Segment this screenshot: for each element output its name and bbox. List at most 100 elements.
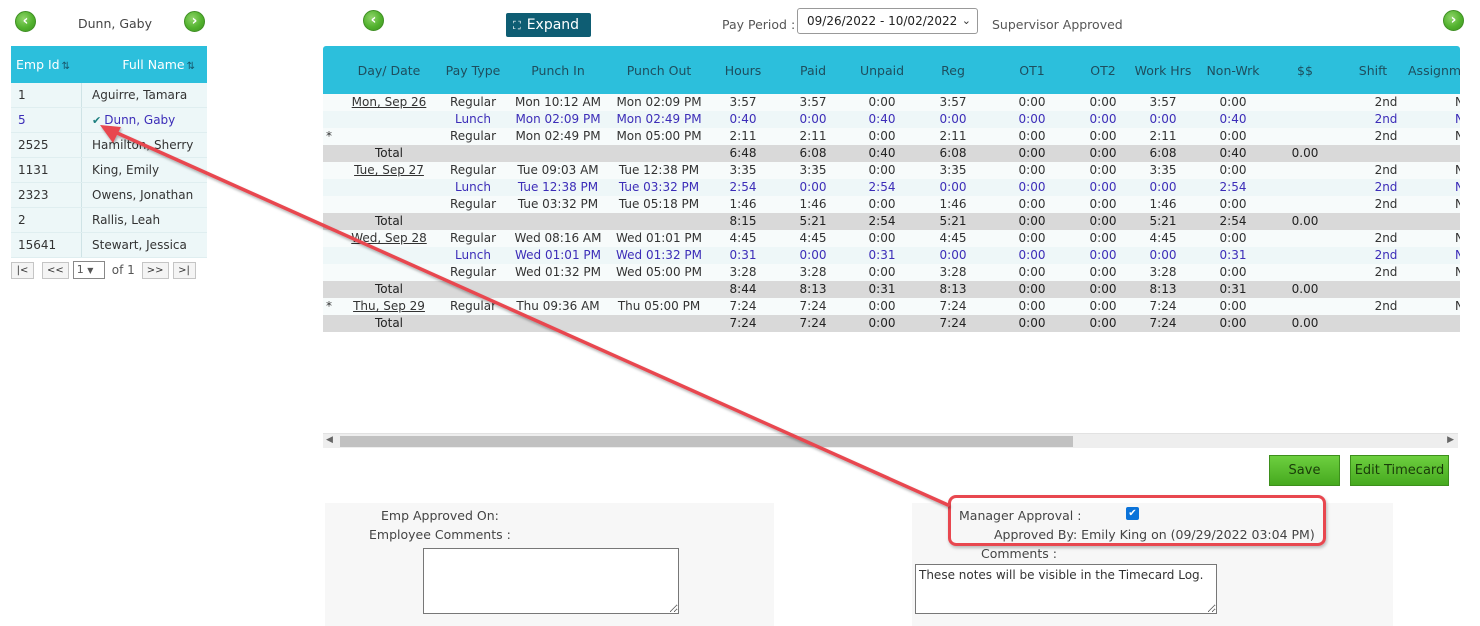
cell-out: Tue 12:38 PM (618, 163, 700, 177)
employee-comments-field[interactable] (423, 548, 679, 614)
annotation-highlight-box (948, 495, 1326, 546)
next-employee-button[interactable]: › (184, 11, 205, 32)
day-date-link[interactable]: Wed, Sep 28 (351, 231, 427, 245)
cell-unpaid: 0:40 (868, 146, 896, 160)
last-page-button[interactable]: >| (172, 261, 196, 279)
employee-comments-label: Employee Comments : (369, 527, 511, 542)
cell-work: 1:46 (1149, 197, 1177, 211)
cell-star: * (326, 299, 332, 313)
cell-unpaid: 0:00 (868, 231, 896, 245)
cell-ot1: 0:00 (1018, 282, 1046, 296)
cell-paid: 7:24 (799, 316, 827, 330)
punch-row[interactable]: Wed, Sep 28 Regular Wed 08:16 AM Wed 01:01 … (323, 230, 1460, 247)
punch-row[interactable]: Regular Tue 03:32 PM Tue 05:18 PM 1:46 1:46 0… (323, 196, 1460, 213)
cell-hours: 2:11 (729, 129, 757, 143)
cell-money: 0.00 (1291, 282, 1319, 296)
grid-horizontal-scrollbar[interactable]: ◀ ▶ (323, 433, 1458, 448)
punch-row[interactable]: Tue, Sep 27 Regular Tue 09:03 AM Tue 12:38 … (323, 162, 1460, 179)
cell-paid: 7:24 (799, 299, 827, 313)
day-date-link[interactable]: Thu, Sep 29 (353, 299, 425, 313)
employee-row[interactable]: 15641 Stewart, Jessica (11, 233, 207, 258)
scrollbar-thumb[interactable] (340, 436, 1073, 447)
total-label: Total (374, 214, 404, 228)
sort-emp-id[interactable]: Emp Id ⇅ (11, 57, 83, 72)
cell-work: 0:00 (1149, 248, 1177, 262)
cell-nonwrk: 0:00 (1219, 231, 1247, 245)
cell-paid: 3:57 (799, 95, 827, 109)
cell-unpaid: 0:00 (868, 129, 896, 143)
sort-full-name[interactable]: Full Name ⇅ (83, 57, 207, 72)
cell-shift: 2nd (1374, 231, 1398, 245)
cell-shift: 2nd (1374, 197, 1398, 211)
punch-row[interactable]: * Regular Mon 02:49 PM Mon 05:00 PM 2:11 2:11… (323, 128, 1460, 145)
first-page-button[interactable]: |< (11, 261, 34, 279)
cell-nonwrk: 0:00 (1219, 163, 1247, 177)
cell-nonwrk: 0:31 (1219, 282, 1247, 296)
cell-ot1: 0:00 (1018, 231, 1046, 245)
employee-id-cell: 1131 (11, 158, 82, 182)
cell-ot1: 0:00 (1018, 180, 1046, 194)
pay-period-select[interactable]: 09/26/2022 - 10/02/2022 ⌄ (797, 8, 978, 34)
punch-row[interactable]: Regular Wed 01:32 PM Wed 05:00 PM 3:28 3:28 0… (323, 264, 1460, 281)
cell-paid: 2:11 (799, 129, 827, 143)
cell-paid: 5:21 (799, 214, 827, 228)
prev-employee-button[interactable]: ‹ (15, 11, 36, 32)
next-page-button[interactable]: >> (141, 261, 169, 279)
employee-row[interactable]: 2323 Owens, Jonathan (11, 183, 207, 208)
cell-out: Tue 03:32 PM (618, 180, 700, 194)
employee-id-cell: 15641 (11, 233, 82, 257)
cell-type: Regular (449, 265, 497, 279)
prev-page-button[interactable]: << (42, 261, 69, 279)
save-button[interactable]: Save (1269, 455, 1340, 486)
cell-nonwrk: 0:00 (1219, 95, 1247, 109)
cell-reg: 3:28 (939, 265, 967, 279)
day-date-link[interactable]: Tue, Sep 27 (354, 163, 424, 177)
punch-row[interactable]: * Thu, Sep 29 Regular Thu 09:36 AM Thu 05:00… (323, 298, 1460, 315)
manager-comments-field[interactable] (915, 564, 1217, 614)
total-row: Total 7:24 7:24 0:00 7:24 0:00 0:00 7:24 0:00 0.0… (323, 315, 1460, 332)
cell-type: Regular (449, 95, 497, 109)
cell-unpaid: 2:54 (868, 214, 896, 228)
cell-type: Lunch (455, 180, 491, 194)
employee-name-cell: Hamilton, Sherry (82, 138, 207, 152)
employee-name-cell: King, Emily (82, 163, 207, 177)
employee-row[interactable]: 2525 Hamilton, Sherry (11, 133, 207, 158)
cell-hours: 6:48 (729, 146, 757, 160)
cell-out: Mon 02:09 PM (616, 95, 702, 109)
cell-work: 2:11 (1149, 129, 1177, 143)
employee-row[interactable]: 1131 King, Emily (11, 158, 207, 183)
expand-button[interactable]: ⛶ Expand (506, 13, 591, 37)
employee-row[interactable]: 1 Aguirre, Tamara (11, 83, 207, 108)
scroll-right-icon[interactable]: ▶ (1447, 435, 1454, 445)
cell-hours: 7:24 (729, 299, 757, 313)
cell-ot1: 0:00 (1018, 265, 1046, 279)
cell-nonwrk: 0:31 (1219, 248, 1247, 262)
cell-in: Mon 10:12 AM (514, 95, 602, 109)
cell-money: 0.00 (1291, 316, 1319, 330)
cell-hours: 3:28 (729, 265, 757, 279)
cell-nonwrk: 0:40 (1219, 112, 1247, 126)
cell-assign: N (1455, 180, 1460, 194)
punch-row[interactable]: Lunch Wed 01:01 PM Wed 01:32 PM 0:31 0:00 0:3… (323, 247, 1460, 264)
col-punch-in-header: Punch In (531, 63, 585, 78)
punch-row[interactable]: Mon, Sep 26 Regular Mon 10:12 AM Mon 02:09 … (323, 94, 1460, 111)
edit-timecard-button[interactable]: Edit Timecard (1350, 455, 1449, 486)
day-date-link[interactable]: Mon, Sep 26 (352, 95, 427, 109)
cell-type: Lunch (455, 248, 491, 262)
page-select[interactable]: 1 ▼ (72, 261, 105, 279)
punch-row[interactable]: Lunch Mon 02:09 PM Mon 02:49 PM 0:40 0:00 0:4… (323, 111, 1460, 128)
cell-work: 0:00 (1149, 112, 1177, 126)
employee-row[interactable]: 5 ✔ Dunn, Gaby (11, 108, 207, 133)
scroll-left-icon[interactable]: ◀ (326, 435, 333, 445)
cell-ot1: 0:00 (1018, 316, 1046, 330)
cell-work: 7:24 (1149, 316, 1177, 330)
cell-type: Regular (449, 197, 497, 211)
employee-row[interactable]: 2 Rallis, Leah (11, 208, 207, 233)
next-period-button[interactable]: › (1443, 10, 1464, 31)
cell-paid: 6:08 (799, 146, 827, 160)
cell-nonwrk: 0:00 (1219, 129, 1247, 143)
cell-in: Mon 02:09 PM (515, 112, 601, 126)
prev-period-button[interactable]: ‹ (363, 10, 384, 31)
col-unpaid-header: Unpaid (859, 63, 905, 78)
punch-row[interactable]: Lunch Tue 12:38 PM Tue 03:32 PM 2:54 0:00 2:5… (323, 179, 1460, 196)
